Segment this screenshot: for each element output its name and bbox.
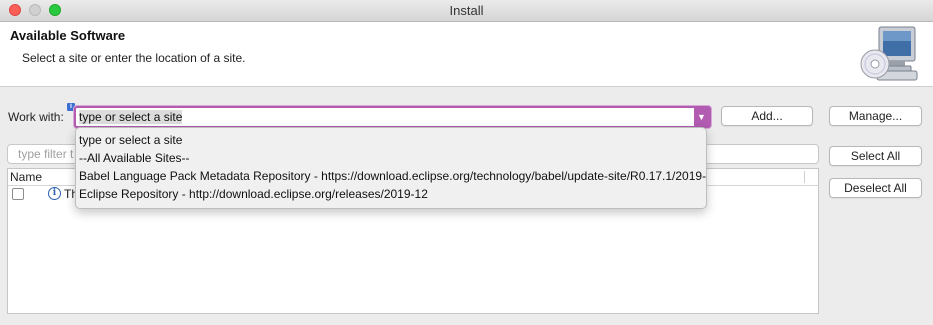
filter-placeholder: type filter t <box>18 147 74 161</box>
window-title: Install <box>449 3 484 18</box>
site-combo[interactable]: type or select a site ▼ <box>74 106 711 128</box>
column-header-name[interactable]: Name <box>10 170 42 184</box>
page-description: Select a site or enter the location of a… <box>22 51 246 65</box>
site-dropdown-list: type or select a site --All Available Si… <box>75 127 707 209</box>
page-title: Available Software <box>10 28 126 43</box>
dropdown-item[interactable]: Babel Language Pack Metadata Repository … <box>79 169 706 183</box>
dropdown-item[interactable]: --All Available Sites-- <box>79 151 189 165</box>
info-icon: i <box>48 187 61 200</box>
select-all-button[interactable]: Select All <box>829 146 922 166</box>
site-combo-value: type or select a site <box>79 110 183 124</box>
dropdown-item[interactable]: type or select a site <box>79 133 182 147</box>
header-banner: Available Software Select a site or ente… <box>0 22 933 87</box>
title-bar: Install <box>0 0 933 22</box>
row-checkbox[interactable] <box>12 188 24 200</box>
dropdown-item[interactable]: Eclipse Repository - http://download.ecl… <box>79 187 428 201</box>
manage-sites-button[interactable]: Manage... <box>829 106 922 126</box>
computer-with-disc-icon <box>860 26 918 81</box>
add-site-button[interactable]: Add... <box>721 106 813 126</box>
chevron-down-icon[interactable]: ▼ <box>694 108 709 126</box>
deselect-all-button[interactable]: Deselect All <box>829 178 922 198</box>
column-divider <box>804 171 805 183</box>
work-with-label: Work with: <box>8 110 64 124</box>
